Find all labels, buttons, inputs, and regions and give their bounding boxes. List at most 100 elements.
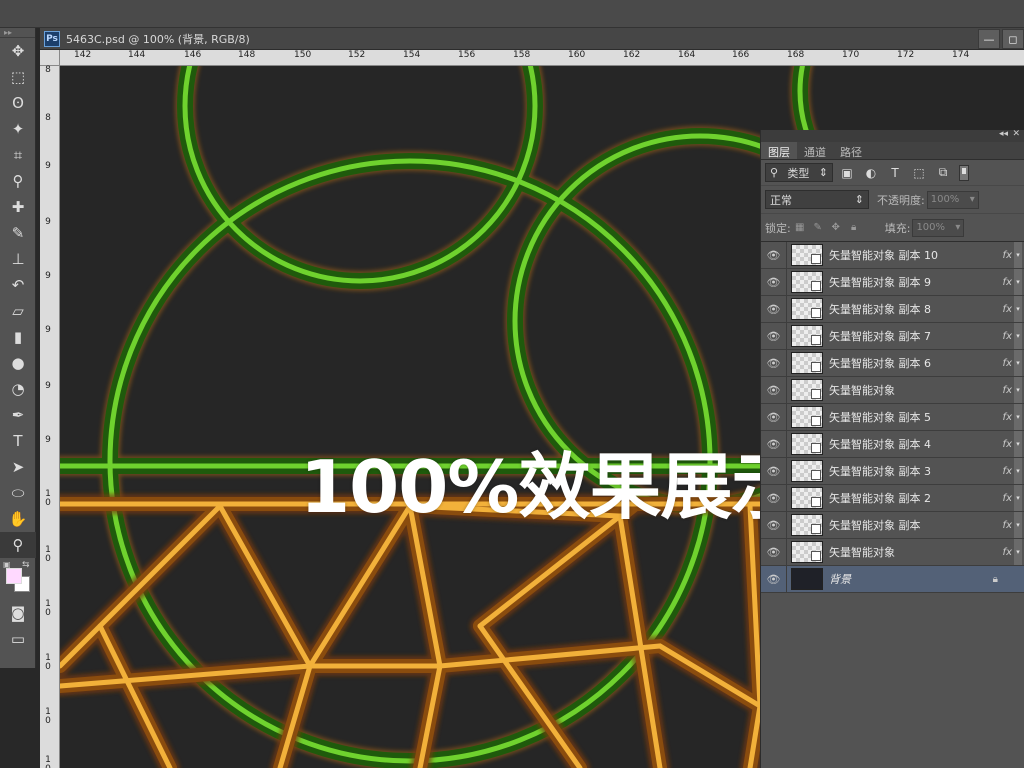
- shape-filter-icon[interactable]: ⬚: [909, 164, 929, 182]
- layer-row[interactable]: 👁︎ 矢量智能对象 副本 10 fx ▾: [761, 241, 1024, 269]
- chevron-down-icon[interactable]: ▾: [1014, 539, 1022, 565]
- minimize-button[interactable]: —: [978, 29, 1000, 49]
- layer-row-background[interactable]: 👁︎ 背景 🔒︎: [761, 565, 1024, 593]
- marquee-tool-icon[interactable]: ⬚: [0, 64, 36, 90]
- layer-row[interactable]: 👁︎ 矢量智能对象 副本 4 fx ▾: [761, 430, 1024, 458]
- layer-row[interactable]: 👁︎ 矢量智能对象 副本 9 fx ▾: [761, 268, 1024, 296]
- chevron-down-icon[interactable]: ▾: [1014, 458, 1022, 484]
- eye-icon[interactable]: 👁︎: [761, 538, 787, 566]
- quick-mask-icon[interactable]: ◙: [0, 600, 36, 626]
- horizontal-ruler[interactable]: 142 144 146 148 150 152 154 156 158 160 …: [60, 50, 1024, 66]
- lock-all-icon[interactable]: 🔒︎: [845, 220, 863, 236]
- fx-icon[interactable]: fx: [1003, 412, 1012, 423]
- stamp-tool-icon[interactable]: ⊥: [0, 246, 36, 272]
- fx-icon[interactable]: fx: [1003, 250, 1012, 261]
- dodge-tool-icon[interactable]: ◔: [0, 376, 36, 402]
- tab-paths[interactable]: 路径: [833, 142, 869, 159]
- ruler-origin[interactable]: [40, 50, 60, 66]
- filter-toggle[interactable]: [959, 164, 969, 181]
- toolbox-grip[interactable]: ▸▸: [0, 28, 35, 38]
- fx-icon[interactable]: fx: [1003, 358, 1012, 369]
- adjustment-filter-icon[interactable]: ◐: [861, 164, 881, 182]
- tab-channels[interactable]: 通道: [797, 142, 833, 159]
- close-panel-icon[interactable]: ✕: [1012, 129, 1020, 139]
- fx-icon[interactable]: fx: [1003, 331, 1012, 342]
- chevron-down-icon[interactable]: ▾: [1014, 404, 1022, 430]
- fx-icon[interactable]: fx: [1003, 304, 1012, 315]
- foreground-color-swatch[interactable]: [6, 568, 22, 584]
- move-tool-icon[interactable]: ✥: [0, 38, 36, 64]
- layer-row[interactable]: 👁︎ 矢量智能对象 副本 2 fx ▾: [761, 484, 1024, 512]
- opacity-field[interactable]: 100% ▾: [926, 190, 979, 209]
- fx-icon[interactable]: fx: [1003, 439, 1012, 450]
- fx-icon[interactable]: fx: [1003, 466, 1012, 477]
- tab-layers[interactable]: 图层: [761, 142, 797, 159]
- eye-icon[interactable]: 👁︎: [761, 241, 787, 269]
- blur-tool-icon[interactable]: ●: [0, 350, 36, 376]
- vertical-ruler[interactable]: 8 8 9 9 9 9 9 9 10 10 10 10 10 10: [40, 66, 60, 768]
- healing-brush-tool-icon[interactable]: ✚: [0, 194, 36, 220]
- lock-transparency-icon[interactable]: ▦: [791, 220, 809, 236]
- eye-icon[interactable]: 👁︎: [761, 457, 787, 485]
- crop-tool-icon[interactable]: ⌗: [0, 142, 36, 168]
- fx-icon[interactable]: fx: [1003, 520, 1012, 531]
- fill-field[interactable]: 100% ▾: [912, 218, 965, 237]
- shape-tool-icon[interactable]: ⬭: [0, 480, 36, 506]
- eye-icon[interactable]: 👁︎: [761, 349, 787, 377]
- chevron-down-icon[interactable]: ▾: [1014, 485, 1022, 511]
- brush-tool-icon[interactable]: ✎: [0, 220, 36, 246]
- eye-icon[interactable]: 👁︎: [761, 403, 787, 431]
- layer-row[interactable]: 👁︎ 矢量智能对象 副本 7 fx ▾: [761, 322, 1024, 350]
- path-select-tool-icon[interactable]: ➤: [0, 454, 36, 480]
- blend-mode-select[interactable]: 正常 ⇕: [765, 190, 869, 209]
- eyedropper-tool-icon[interactable]: ⚲: [0, 168, 36, 194]
- collapse-icon[interactable]: ◂◂: [999, 129, 1008, 139]
- swap-colors-icon[interactable]: ⇆: [22, 560, 30, 570]
- eye-icon[interactable]: 👁︎: [761, 268, 787, 296]
- eraser-tool-icon[interactable]: ▱: [0, 298, 36, 324]
- type-tool-icon[interactable]: T: [0, 428, 36, 454]
- chevron-down-icon[interactable]: ▾: [1014, 269, 1022, 295]
- layer-row[interactable]: 👁︎ 矢量智能对象 副本 6 fx ▾: [761, 349, 1024, 377]
- eye-icon[interactable]: 👁︎: [761, 295, 787, 323]
- fx-icon[interactable]: fx: [1003, 493, 1012, 504]
- pen-tool-icon[interactable]: ✒: [0, 402, 36, 428]
- restore-button[interactable]: ◻: [1002, 29, 1024, 49]
- hand-tool-icon[interactable]: ✋: [0, 506, 36, 532]
- zoom-tool-icon[interactable]: ⚲: [0, 532, 36, 558]
- smart-object-filter-icon[interactable]: ⧉: [933, 164, 953, 182]
- chevron-down-icon[interactable]: ▾: [1014, 377, 1022, 403]
- layer-row[interactable]: 👁︎ 矢量智能对象 副本 3 fx ▾: [761, 457, 1024, 485]
- layer-row[interactable]: 👁︎ 矢量智能对象 fx ▾: [761, 376, 1024, 404]
- lock-position-icon[interactable]: ✥: [827, 220, 845, 236]
- chevron-down-icon[interactable]: ▾: [1014, 296, 1022, 322]
- lasso-tool-icon[interactable]: ʘ: [0, 90, 36, 116]
- eye-icon[interactable]: 👁︎: [761, 565, 787, 593]
- eye-icon[interactable]: 👁︎: [761, 511, 787, 539]
- fx-icon[interactable]: fx: [1003, 385, 1012, 396]
- layer-row[interactable]: 👁︎ 矢量智能对象 fx ▾: [761, 538, 1024, 566]
- magic-wand-tool-icon[interactable]: ✦: [0, 116, 36, 142]
- screen-mode-icon[interactable]: ▭: [0, 626, 36, 652]
- history-brush-tool-icon[interactable]: ↶: [0, 272, 36, 298]
- chevron-down-icon[interactable]: ▾: [1014, 512, 1022, 538]
- pixel-filter-icon[interactable]: ▣: [837, 164, 857, 182]
- eye-icon[interactable]: 👁︎: [761, 484, 787, 512]
- chevron-down-icon[interactable]: ▾: [1014, 323, 1022, 349]
- layer-row[interactable]: 👁︎ 矢量智能对象 副本 8 fx ▾: [761, 295, 1024, 323]
- chevron-down-icon[interactable]: ▾: [1014, 350, 1022, 376]
- eye-icon[interactable]: 👁︎: [761, 430, 787, 458]
- eye-icon[interactable]: 👁︎: [761, 322, 787, 350]
- layer-row[interactable]: 👁︎ 矢量智能对象 副本 5 fx ▾: [761, 403, 1024, 431]
- lock-pixels-icon[interactable]: ✎: [809, 220, 827, 236]
- eye-icon[interactable]: 👁︎: [761, 376, 787, 404]
- layer-row[interactable]: 👁︎ 矢量智能对象 副本 fx ▾: [761, 511, 1024, 539]
- filter-type-select[interactable]: ⚲ 类型 ⇕: [765, 163, 833, 182]
- chevron-down-icon[interactable]: ▾: [1014, 242, 1022, 268]
- chevron-down-icon[interactable]: ▾: [1014, 431, 1022, 457]
- type-filter-icon[interactable]: T: [885, 164, 905, 182]
- fx-icon[interactable]: fx: [1003, 277, 1012, 288]
- gradient-tool-icon[interactable]: ▮: [0, 324, 36, 350]
- document-tab[interactable]: Ps 5463C.psd @ 100% (背景, RGB/8) — ◻: [40, 28, 1024, 50]
- fx-icon[interactable]: fx: [1003, 547, 1012, 558]
